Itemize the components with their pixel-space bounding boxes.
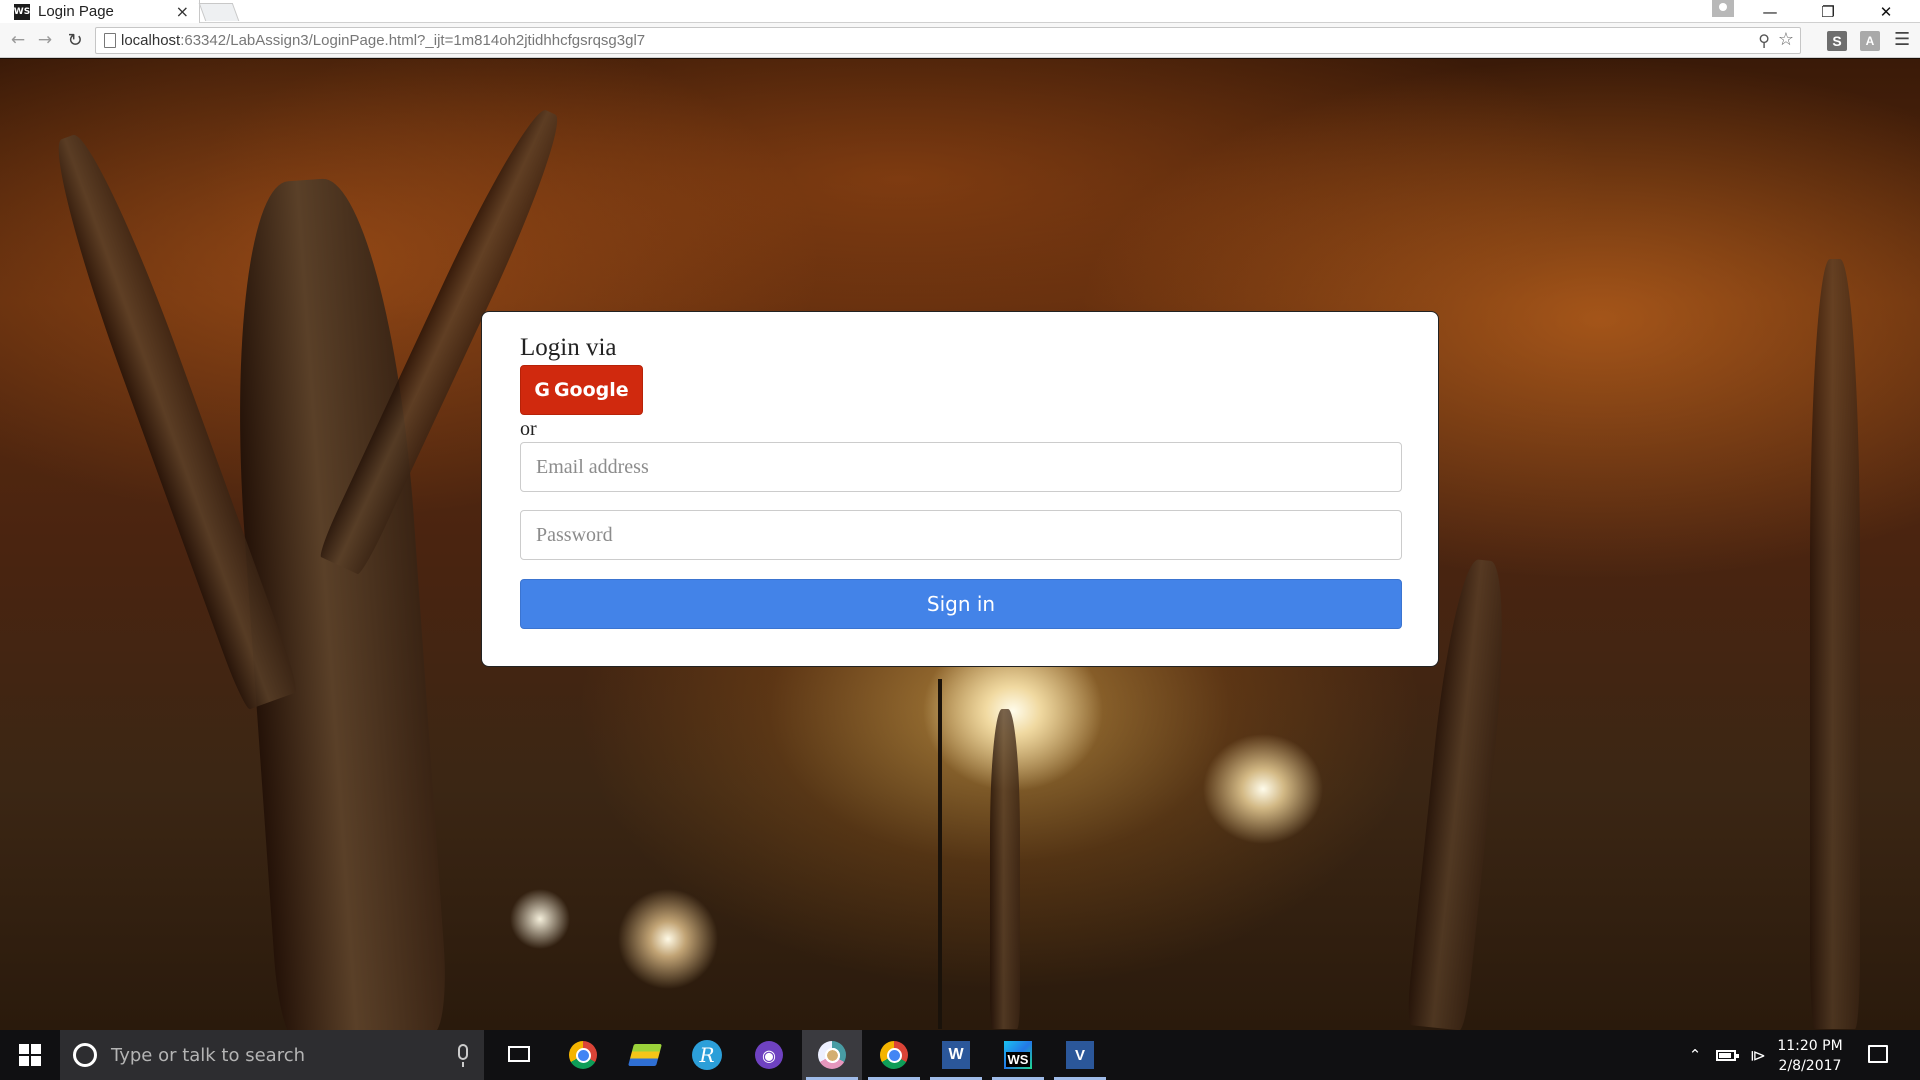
windows-logo-icon [19, 1044, 41, 1066]
webstorm-label: WS [1005, 1052, 1031, 1067]
page-background: Login via G Google or Sign in [0, 59, 1920, 1030]
extension-pdf-icon[interactable]: A [1860, 31, 1880, 51]
taskbar-webstorm[interactable]: WS [988, 1030, 1048, 1080]
battery-icon[interactable] [1713, 1030, 1739, 1080]
zoom-icon[interactable]: ⚲ [1758, 31, 1770, 50]
microphone-icon[interactable] [458, 1044, 468, 1067]
chrome-canary-icon [818, 1041, 846, 1069]
r-app-icon: R [692, 1040, 722, 1070]
or-separator: or [520, 418, 537, 440]
taskbar-chrome[interactable] [553, 1030, 613, 1080]
show-hidden-icons-chevron-icon[interactable]: ⌃ [1683, 1030, 1707, 1080]
login-heading: Login via [520, 334, 617, 361]
login-card: Login via G Google or Sign in [481, 311, 1439, 667]
start-button[interactable] [0, 1030, 60, 1080]
bookmark-star-icon[interactable]: ☆ [1778, 29, 1794, 50]
url-host: localhost [121, 32, 181, 49]
lamp-post [938, 679, 942, 1029]
taskbar-clock[interactable]: 11:20 PM 2/8/2017 [1774, 1036, 1846, 1076]
taskbar-search-box[interactable]: Type or talk to search [60, 1030, 484, 1080]
hamburger-menu-icon[interactable]: ☰ [1894, 29, 1910, 50]
extension-s-icon[interactable]: S [1827, 31, 1847, 51]
address-bar[interactable]: localhost:63342/LabAssign3/LoginPage.htm… [95, 27, 1801, 54]
github-icon: ◉ [755, 1041, 783, 1069]
webstorm-icon: WS [1004, 1041, 1032, 1069]
tab-title: Login Page [38, 3, 114, 20]
taskbar-chrome-2[interactable] [864, 1030, 924, 1080]
google-login-button[interactable]: G Google [520, 365, 643, 415]
password-field[interactable] [520, 510, 1402, 560]
action-center-icon[interactable] [1868, 1045, 1888, 1063]
cortana-icon [73, 1043, 97, 1067]
stack-app-icon [628, 1044, 662, 1066]
taskbar-chrome-canary[interactable] [802, 1030, 862, 1080]
tree-trunk [1810, 259, 1860, 1029]
url-text[interactable]: localhost:63342/LabAssign3/LoginPage.htm… [121, 32, 645, 49]
tab-strip: WS Login Page × — ❐ ✕ [0, 0, 1920, 23]
minimize-button[interactable]: — [1741, 0, 1799, 23]
taskbar-visual-studio[interactable]: V [1050, 1030, 1110, 1080]
google-button-label: Google [553, 379, 629, 401]
taskbar: Type or talk to search R ◉ W WS V ⌃ ⧐ 11… [0, 1030, 1920, 1080]
chrome-icon [880, 1041, 908, 1069]
chrome-icon [569, 1041, 597, 1069]
new-tab-button[interactable] [198, 3, 240, 21]
profile-icon[interactable] [1712, 0, 1734, 17]
browser-tab[interactable]: WS Login Page × [0, 0, 200, 23]
close-window-button[interactable]: ✕ [1857, 0, 1915, 23]
taskbar-r-app[interactable]: R [677, 1030, 737, 1080]
taskbar-word[interactable]: W [926, 1030, 986, 1080]
tab-close-icon[interactable]: × [176, 2, 189, 21]
taskbar-stack-app[interactable] [615, 1030, 675, 1080]
tree-trunk [990, 709, 1020, 1029]
task-view-icon[interactable] [508, 1046, 530, 1062]
page-icon [104, 33, 116, 48]
back-arrow-icon[interactable]: ← [6, 28, 30, 52]
clock-date: 2/8/2017 [1778, 1058, 1842, 1074]
url-path: :63342/LabAssign3/LoginPage.html?_ijt=1m… [180, 32, 646, 49]
visual-studio-icon: V [1066, 1041, 1094, 1069]
browser-toolbar: ← → ↻ localhost:63342/LabAssign3/LoginPa… [0, 23, 1920, 58]
sign-in-button[interactable]: Sign in [520, 579, 1402, 629]
webstorm-favicon-icon: WS [14, 3, 30, 20]
taskbar-github[interactable]: ◉ [739, 1030, 799, 1080]
email-field[interactable] [520, 442, 1402, 492]
taskbar-search-placeholder: Type or talk to search [111, 1044, 306, 1066]
forward-arrow-icon[interactable]: → [33, 28, 57, 52]
clock-time: 11:20 PM [1777, 1038, 1843, 1054]
reload-icon[interactable]: ↻ [63, 28, 87, 52]
google-g-icon: G [534, 379, 550, 401]
restore-button[interactable]: ❐ [1799, 0, 1857, 23]
word-icon: W [942, 1041, 970, 1069]
wifi-icon[interactable]: ⧐ [1747, 1030, 1769, 1080]
